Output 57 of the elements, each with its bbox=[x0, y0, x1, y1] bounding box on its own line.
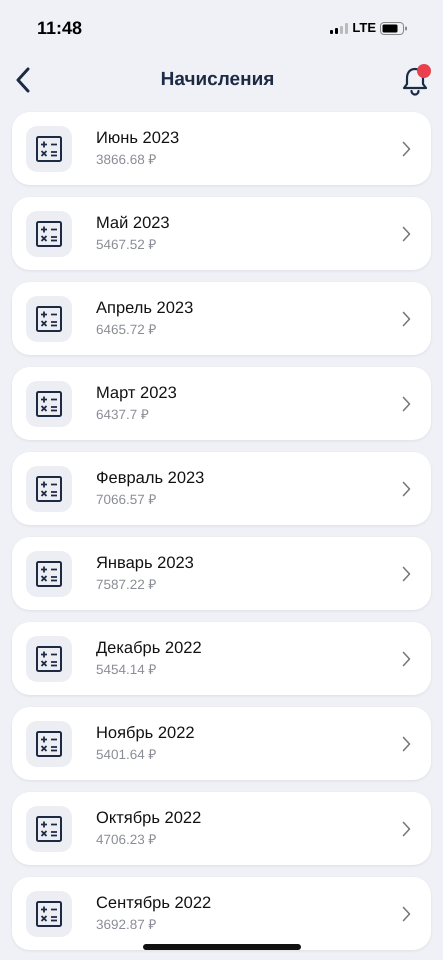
month-title: Июнь 2023 bbox=[96, 129, 180, 149]
chevron-right-icon bbox=[402, 820, 411, 836]
month-title: Октябрь 2022 bbox=[96, 809, 202, 829]
month-title: Апрель 2023 bbox=[96, 299, 194, 319]
amount-text: 7066.57 ₽ bbox=[96, 492, 158, 508]
accrual-card[interactable]: Декабрь 2022 5454.14 ₽ bbox=[12, 622, 431, 695]
calculator-icon bbox=[26, 890, 72, 936]
chevron-right-icon bbox=[402, 566, 411, 582]
amount-text: 5467.52 ₽ bbox=[96, 236, 158, 253]
chevron-right-icon bbox=[402, 480, 411, 496]
accrual-card[interactable]: Ноябрь 2022 5401.64 ₽ bbox=[12, 707, 431, 780]
amount-text: 5454.14 ₽ bbox=[96, 662, 158, 678]
chevron-right-icon bbox=[402, 140, 411, 156]
month-title: Январь 2023 bbox=[96, 554, 195, 574]
chevron-right-icon bbox=[402, 650, 411, 666]
calculator-icon bbox=[26, 806, 72, 852]
calculator-icon bbox=[26, 550, 72, 596]
amount-text: 7587.22 ₽ bbox=[96, 576, 158, 593]
accrual-card[interactable]: Февраль 2023 7066.57 ₽ bbox=[12, 452, 431, 525]
calculator-icon bbox=[26, 380, 72, 426]
chevron-right-icon bbox=[402, 226, 411, 242]
amount-text: 3692.87 ₽ bbox=[96, 916, 158, 933]
accrual-card[interactable]: Май 2023 5467.52 ₽ bbox=[12, 197, 431, 270]
accrual-card[interactable]: Октябрь 2022 4706.23 ₽ bbox=[12, 792, 431, 865]
month-title: Май 2023 bbox=[96, 214, 171, 234]
amount-text: 6437.7 ₽ bbox=[96, 406, 150, 423]
amount-text: 4706.23 ₽ bbox=[96, 832, 158, 848]
chevron-right-icon bbox=[402, 396, 411, 412]
amount-text: 3866.68 ₽ bbox=[96, 152, 158, 168]
month-title: Февраль 2023 bbox=[96, 469, 206, 489]
chevron-right-icon bbox=[402, 736, 411, 752]
calculator-icon bbox=[26, 636, 72, 682]
network-label: LTE bbox=[352, 19, 376, 38]
month-title: Ноябрь 2022 bbox=[96, 724, 196, 744]
notification-button[interactable] bbox=[400, 64, 431, 96]
calculator-icon bbox=[26, 466, 72, 512]
chevron-right-icon bbox=[402, 310, 411, 326]
accrual-card[interactable]: Сентябрь 2022 3692.87 ₽ bbox=[12, 877, 431, 950]
accrual-card[interactable]: Март 2023 6437.7 ₽ bbox=[12, 367, 431, 440]
amount-text: 6465.72 ₽ bbox=[96, 322, 158, 338]
month-title: Сентябрь 2022 bbox=[96, 894, 212, 914]
bell-icon bbox=[400, 66, 429, 96]
calculator-icon bbox=[26, 210, 72, 256]
calculator-icon bbox=[26, 126, 72, 172]
calculator-icon bbox=[26, 720, 72, 766]
clock-time: 11:48 bbox=[37, 16, 82, 40]
screen-title: Начисления bbox=[160, 68, 274, 92]
accrual-card[interactable]: Апрель 2023 6465.72 ₽ bbox=[12, 282, 431, 355]
month-title: Декабрь 2022 bbox=[96, 639, 203, 659]
amount-text: 5401.64 ₽ bbox=[96, 746, 158, 763]
battery-icon bbox=[380, 22, 407, 34]
chevron-right-icon bbox=[402, 906, 411, 922]
accrual-card[interactable]: Январь 2023 7587.22 ₽ bbox=[12, 537, 431, 610]
calculator-icon bbox=[26, 296, 72, 342]
accrual-card[interactable]: Июнь 2023 3866.68 ₽ bbox=[12, 112, 431, 185]
month-title: Март 2023 bbox=[96, 384, 178, 404]
signal-icon bbox=[330, 22, 348, 34]
